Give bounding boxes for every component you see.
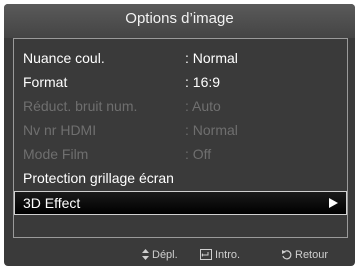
enter-icon bbox=[200, 249, 212, 260]
menu-item-label: Format bbox=[23, 74, 68, 90]
hint-back-label: Retour bbox=[295, 249, 329, 261]
menu-item-value: : Off bbox=[185, 146, 212, 162]
hint-move-label: Dépl. bbox=[152, 249, 178, 261]
hint-back: Retour bbox=[281, 249, 328, 261]
hint-move: Dépl. bbox=[142, 249, 178, 261]
menu-item-value: : 16:9 bbox=[185, 74, 221, 90]
menu-item-value: : Normal bbox=[185, 122, 238, 138]
menu-item-label: 3D Effect bbox=[23, 195, 81, 211]
menu-item-label: Mode Film bbox=[23, 146, 89, 162]
updown-arrow-icon bbox=[142, 249, 149, 260]
menu-title: Options d’image bbox=[4, 4, 355, 38]
menu-item-reduct-bruit-num: Réduct. bruit num. : Auto bbox=[15, 95, 346, 117]
footer-hints: Dépl. Intro. Retour bbox=[4, 246, 355, 266]
menu-item-label: Réduct. bruit num. bbox=[23, 98, 138, 114]
menu-item-mode-film: Mode Film : Off bbox=[15, 143, 346, 165]
menu-item-format[interactable]: Format : 16:9 bbox=[15, 71, 346, 93]
menu-item-label: Protection grillage écran bbox=[23, 170, 174, 186]
menu-list: Nuance coul. : Normal Format : 16:9 Rédu… bbox=[13, 38, 348, 238]
menu-item-nuance-coul[interactable]: Nuance coul. : Normal bbox=[15, 47, 346, 69]
menu-item-value: : Normal bbox=[185, 50, 238, 66]
hint-enter-label: Intro. bbox=[215, 249, 241, 261]
hint-enter: Intro. bbox=[200, 249, 240, 261]
menu-item-nv-nr-hdmi: Nv nr HDMI : Normal bbox=[15, 119, 346, 141]
menu-item-label: Nuance coul. bbox=[23, 50, 105, 66]
options-image-menu: Options d’image Nuance coul. : Normal Fo… bbox=[4, 4, 355, 266]
menu-item-label: Nv nr HDMI bbox=[23, 122, 97, 138]
menu-item-3d-effect[interactable]: 3D Effect bbox=[14, 191, 347, 215]
menu-item-protection-grillage-ecran[interactable]: Protection grillage écran bbox=[15, 167, 346, 189]
menu-item-value: : Auto bbox=[185, 98, 221, 114]
return-icon bbox=[282, 250, 292, 260]
triangle-right-icon bbox=[329, 198, 338, 208]
